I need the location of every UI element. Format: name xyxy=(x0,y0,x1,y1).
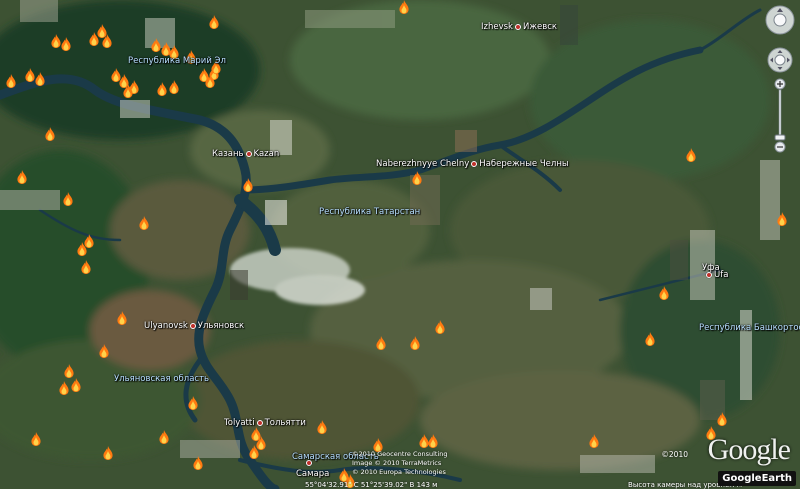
fire-icon[interactable] xyxy=(248,445,260,459)
fire-icon[interactable] xyxy=(158,430,170,444)
fire-icon[interactable] xyxy=(44,127,56,141)
fire-icon[interactable] xyxy=(70,378,82,392)
zoom-slider[interactable] xyxy=(774,78,786,153)
fire-icon[interactable] xyxy=(98,344,110,358)
fire-icon[interactable] xyxy=(76,242,88,256)
region-bashkortostan[interactable]: Республика Башкортоста xyxy=(699,323,800,333)
city-ulyanovsk[interactable]: Ulyanovsk Ульяновск xyxy=(144,321,244,331)
fire-icon[interactable] xyxy=(63,364,75,378)
fire-icon[interactable] xyxy=(30,432,42,446)
fire-icon[interactable] xyxy=(101,34,113,48)
google-earth-logo: GoogleEarth xyxy=(718,471,796,486)
fire-icon[interactable] xyxy=(138,216,150,230)
fire-icon[interactable] xyxy=(316,420,328,434)
city-samara[interactable]: Самара xyxy=(296,469,329,479)
fire-icon[interactable] xyxy=(122,84,134,98)
credit-terrametrics: Image © 2010 TerraMetrics xyxy=(352,459,442,467)
city-label-ru: Ижевск xyxy=(522,22,558,32)
fire-icon[interactable] xyxy=(80,260,92,274)
credit-geocentre: ©2010 Geocentre Consulting xyxy=(352,450,448,458)
fire-icon[interactable] xyxy=(58,381,70,395)
city-marker-icon xyxy=(471,161,478,167)
city-label-en: Kazan xyxy=(253,149,280,159)
region-ulyanovsk-oblast[interactable]: Ульяновская область xyxy=(114,374,209,384)
region-mari-el[interactable]: Республика Марий Эл xyxy=(128,56,226,66)
fire-icon[interactable] xyxy=(88,32,100,46)
city-label-en: Ufa xyxy=(714,270,729,280)
city-label-ru: Набережные Челны xyxy=(479,159,569,169)
fire-icon[interactable] xyxy=(62,192,74,206)
map-view[interactable]: Izhevsk Ижевск Казань Kazan Naberezhnyye… xyxy=(0,0,800,489)
fire-icon[interactable] xyxy=(658,286,670,300)
fire-icon[interactable] xyxy=(187,396,199,410)
fire-icon[interactable] xyxy=(375,336,387,350)
city-tolyatti[interactable]: Tolyatti Тольятти xyxy=(224,418,306,428)
google-logo: Google xyxy=(707,433,791,466)
fire-icon[interactable] xyxy=(434,320,446,334)
city-marker-icon xyxy=(189,323,196,329)
fire-icon[interactable] xyxy=(409,336,421,350)
fire-icon[interactable] xyxy=(776,212,788,226)
city-label-ru: Казань xyxy=(212,149,244,159)
region-tatarstan[interactable]: Республика Татарстан xyxy=(319,207,420,217)
fire-icon[interactable] xyxy=(5,74,17,88)
city-label-en: Naberezhnyye Chelny xyxy=(376,159,470,169)
fire-icon[interactable] xyxy=(242,178,254,192)
city-label-ru: Самара xyxy=(296,469,330,479)
city-label-en: Izhevsk xyxy=(481,22,513,32)
city-marker-icon xyxy=(514,24,521,30)
fire-icon[interactable] xyxy=(716,412,728,426)
city-label-en: Ulyanovsk xyxy=(144,321,188,331)
city-izhevsk[interactable]: Izhevsk Ижевск xyxy=(481,22,557,32)
fire-icon[interactable] xyxy=(208,15,220,29)
look-joystick-icon[interactable] xyxy=(765,5,795,35)
city-kazan[interactable]: Казань Kazan xyxy=(212,149,279,159)
fire-icon[interactable] xyxy=(60,37,72,51)
copyright-year: ©2010 xyxy=(661,450,688,459)
fire-icon[interactable] xyxy=(204,74,216,88)
fire-icon[interactable] xyxy=(16,170,28,184)
city-marker-icon xyxy=(245,151,252,157)
fire-icon[interactable] xyxy=(685,148,697,162)
fire-icon[interactable] xyxy=(102,446,114,460)
city-naberezhnye-chelny[interactable]: Naberezhnyye Chelny Набережные Челны xyxy=(376,159,569,169)
navigation-controls[interactable] xyxy=(764,4,796,154)
move-joystick-icon[interactable] xyxy=(767,47,793,73)
coordinates-readout: 55°04'32.91" С 51°25'39.02" В 143 м xyxy=(305,481,438,489)
fire-icon[interactable] xyxy=(588,434,600,448)
city-label-en: Tolyatti xyxy=(224,418,255,428)
city-ufa[interactable]: Ufa xyxy=(706,270,728,280)
city-label-ru: Ульяновск xyxy=(197,321,245,331)
fire-icon[interactable] xyxy=(168,80,180,94)
fire-icon[interactable] xyxy=(398,0,410,14)
fire-icon[interactable] xyxy=(156,82,168,96)
city-label-ru: Тольятти xyxy=(264,418,306,428)
fire-icon[interactable] xyxy=(411,171,423,185)
fire-icon[interactable] xyxy=(116,311,128,325)
city-marker-icon xyxy=(706,272,712,278)
fire-icon[interactable] xyxy=(427,434,439,448)
credit-europa: © 2010 Europa Technologies xyxy=(352,468,446,476)
fire-icon[interactable] xyxy=(34,72,46,86)
fire-icon[interactable] xyxy=(192,456,204,470)
city-marker-icon xyxy=(256,420,263,426)
fire-icon[interactable] xyxy=(644,332,656,346)
